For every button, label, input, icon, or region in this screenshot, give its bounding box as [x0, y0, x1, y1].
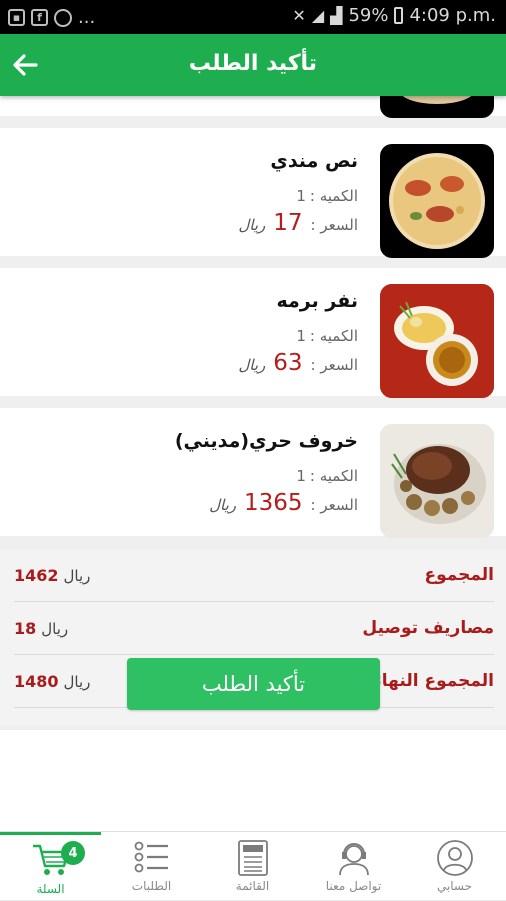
- quantity-row: الكميه : 1: [296, 467, 358, 485]
- cart-item-card[interactable]: نفر برمه الكميه : 1 السعر : 63 ريال: [0, 268, 506, 398]
- wifi-icon: ◢: [311, 6, 325, 25]
- notification-icons: ▪ f ...: [8, 7, 95, 28]
- more-notifications: ...: [78, 7, 96, 28]
- subtotal-label: المجموع: [424, 565, 494, 585]
- mute-icon: ✕: [292, 6, 306, 25]
- lamb-dish-image: [380, 424, 494, 538]
- quantity-label: الكميه :: [309, 467, 358, 485]
- cart-item-card-partial: [0, 96, 506, 118]
- subtotal-row: المجموع ريال 1462: [14, 550, 494, 602]
- price-row: السعر : 63 ريال: [238, 350, 358, 376]
- price-currency: ريال: [238, 216, 266, 234]
- total-value-group: ريال 1480: [14, 672, 90, 691]
- order-content[interactable]: نص مندي الكميه : 1 السعر : 17 ريال نفر ب: [0, 96, 506, 831]
- delivery-row: مصاريف توصيل ريال 18: [14, 603, 494, 655]
- price-label: السعر :: [310, 496, 358, 514]
- checklist-icon: [134, 841, 168, 873]
- mandi-dish-image: [389, 153, 485, 249]
- item-name: نفر برمه: [276, 290, 358, 312]
- subtotal-currency: ريال: [63, 567, 91, 585]
- app-icon: [54, 8, 72, 27]
- image-icon: ▪: [8, 9, 25, 26]
- food-image: [380, 144, 494, 258]
- food-image: [380, 96, 494, 118]
- nav-contact-label: تواصل معنا: [325, 879, 382, 893]
- nav-orders-label: الطلبات: [131, 879, 172, 893]
- nav-account[interactable]: حسابي: [404, 832, 505, 901]
- total-currency: ريال: [63, 673, 91, 691]
- page-title: تأكيد الطلب: [188, 51, 318, 76]
- battery-icon: [394, 7, 404, 24]
- burma-dish-image: [380, 284, 494, 398]
- item-name: خروف حري(مديني): [174, 430, 358, 452]
- quantity-row: الكميه : 1: [296, 327, 358, 345]
- cart-item-card[interactable]: خروف حري(مديني) الكميه : 1 السعر : 1365 …: [0, 408, 506, 538]
- battery-percent: 59%: [348, 5, 389, 26]
- app-bar: تأكيد الطلب: [0, 34, 506, 96]
- bottom-navigation: 4 السلة الطلبات القائمة تواصل معنا حسابي: [0, 831, 506, 900]
- button-area: [0, 730, 506, 831]
- quantity-value: 1: [296, 467, 306, 485]
- signal-icon: ▟: [330, 6, 343, 25]
- nav-cart-label: السلة: [36, 882, 65, 896]
- price-currency: ريال: [238, 356, 266, 374]
- food-image: [380, 284, 494, 398]
- clock: 4:09 p.m.: [409, 5, 496, 26]
- food-image: [380, 424, 494, 538]
- status-bar: ▪ f ... ✕ ◢ ▟ 59% 4:09 p.m.: [0, 0, 506, 34]
- delivery-value: 18: [14, 619, 37, 638]
- price-row: السعر : 1365 ريال: [209, 490, 358, 516]
- cart-count-badge: 4: [61, 841, 85, 865]
- price-label: السعر :: [310, 356, 358, 374]
- delivery-currency: ريال: [41, 620, 69, 638]
- cart-item-card[interactable]: نص مندي الكميه : 1 السعر : 17 ريال: [0, 128, 506, 258]
- price-value: 1365: [243, 490, 303, 516]
- facebook-icon: f: [31, 9, 48, 26]
- quantity-row: الكميه : 1: [296, 187, 358, 205]
- nav-account-label: حسابي: [436, 879, 473, 893]
- price-row: السعر : 17 ريال: [238, 210, 358, 236]
- total-value: 1480: [14, 672, 59, 691]
- confirm-order-button[interactable]: تأكيد الطلب: [127, 658, 380, 710]
- subtotal-value: 1462: [14, 566, 59, 585]
- price-currency: ريال: [209, 496, 236, 514]
- quantity-value: 1: [296, 327, 306, 345]
- quantity-label: الكميه :: [309, 327, 358, 345]
- price-value: 17: [273, 210, 303, 236]
- quantity-value: 1: [296, 187, 306, 205]
- status-indicators: ✕ ◢ ▟ 59% 4:09 p.m.: [292, 5, 496, 26]
- delivery-value-group: ريال 18: [14, 619, 68, 638]
- nav-cart[interactable]: 4 السلة: [0, 832, 101, 901]
- item-name: نص مندي: [270, 150, 358, 172]
- support-agent-icon: [338, 843, 369, 876]
- menu-card-icon: [237, 840, 268, 876]
- nav-contact[interactable]: تواصل معنا: [303, 832, 404, 901]
- delivery-label: مصاريف توصيل: [362, 618, 494, 638]
- subtotal-value-group: ريال 1462: [14, 566, 90, 585]
- user-icon: [436, 840, 473, 876]
- price-value: 63: [273, 350, 303, 376]
- nav-orders[interactable]: الطلبات: [101, 832, 202, 901]
- nav-menu[interactable]: القائمة: [202, 832, 303, 901]
- quantity-label: الكميه :: [309, 187, 358, 205]
- price-label: السعر :: [310, 216, 358, 234]
- nav-menu-label: القائمة: [235, 879, 270, 893]
